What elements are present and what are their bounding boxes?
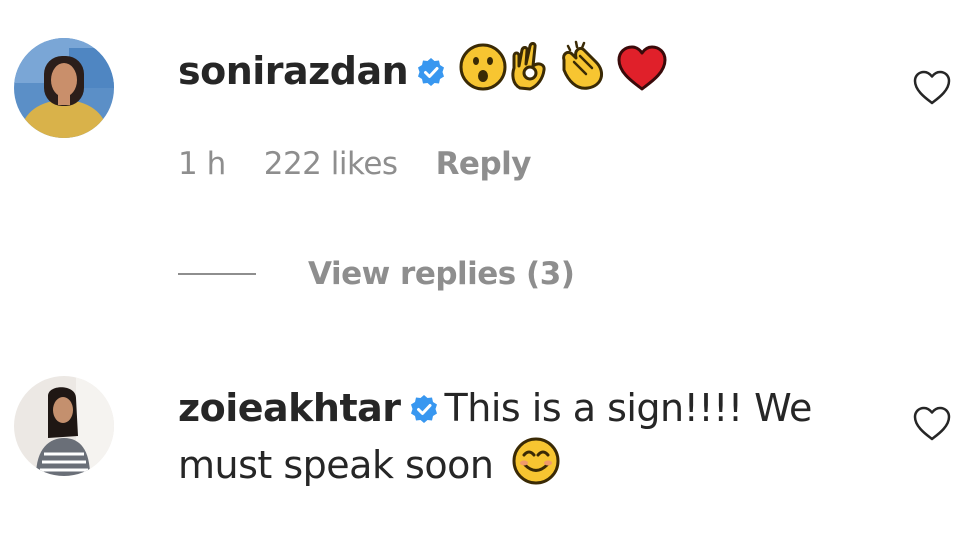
comment-time[interactable]: 1 h: [178, 146, 226, 182]
comment-text-line-2: must speak soon: [178, 443, 494, 487]
verified-badge-icon: [409, 394, 439, 424]
comments-panel: sonirazdan 1 h 222 likes Reply View replie…: [0, 0, 960, 540]
surprised-face-emoji: [458, 42, 508, 92]
verified-badge-icon: [416, 57, 446, 87]
comment-body: zoieakhtar This is a sign!!!! We must spe…: [178, 380, 812, 493]
comment-text-line-1: This is a sign!!!! We: [444, 386, 813, 430]
username[interactable]: sonirazdan: [178, 49, 409, 93]
avatar[interactable]: [14, 38, 114, 138]
like-heart-icon[interactable]: [912, 70, 952, 106]
red-heart-emoji: [616, 44, 668, 92]
comment-body: sonirazdan: [178, 40, 668, 99]
comment-meta: 1 h 222 likes Reply: [178, 146, 569, 182]
username[interactable]: zoieakhtar: [178, 386, 401, 430]
likes-count[interactable]: 222 likes: [264, 146, 398, 182]
ok-hand-emoji: [508, 40, 552, 92]
divider-line: [178, 273, 256, 275]
view-replies-label: View replies (3): [308, 256, 575, 292]
clapping-hands-emoji: [556, 40, 610, 92]
avatar[interactable]: [14, 376, 114, 476]
view-replies-button[interactable]: View replies (3): [178, 252, 575, 296]
reply-button[interactable]: Reply: [436, 146, 532, 182]
smiling-face-emoji: [511, 436, 561, 486]
like-heart-icon[interactable]: [912, 406, 952, 442]
